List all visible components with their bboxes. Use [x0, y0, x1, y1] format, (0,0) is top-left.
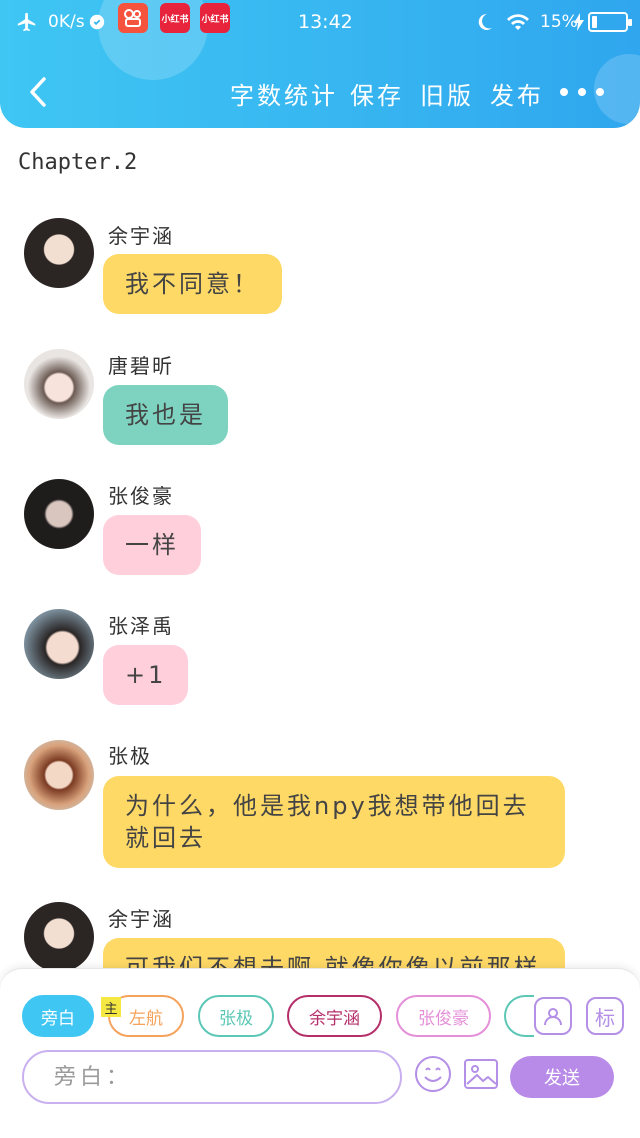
- publish-button[interactable]: 发布: [490, 76, 544, 111]
- battery-icon: [588, 10, 632, 34]
- smiley-icon: [415, 1056, 451, 1092]
- sender-name: 张极: [108, 744, 152, 768]
- role-chip-zhangjunhao[interactable]: 张俊豪: [396, 995, 491, 1037]
- xiaohongshu-app-icon: 小红书: [200, 3, 230, 33]
- avatar[interactable]: [24, 902, 94, 972]
- chevron-left-icon: [30, 77, 46, 107]
- avatar[interactable]: [24, 740, 94, 810]
- kuaishou-app-icon: [118, 3, 148, 33]
- status-bar: 0K/s 小红书 小红书 13:42 15%: [0, 0, 640, 44]
- battery-percent: 15%: [540, 12, 578, 32]
- image-button[interactable]: [461, 1054, 501, 1094]
- old-version-button[interactable]: 旧版: [420, 76, 474, 111]
- clock: 13:42: [298, 11, 353, 33]
- toolbar: 字数统计 保存 旧版 发布: [0, 60, 640, 124]
- save-button[interactable]: 保存: [350, 76, 404, 111]
- notification-icon: [88, 10, 106, 34]
- more-options-button[interactable]: [560, 78, 604, 106]
- add-role-button[interactable]: [534, 997, 572, 1035]
- avatar[interactable]: [24, 609, 94, 679]
- xiaohongshu-app-icon: 小红书: [160, 3, 190, 33]
- role-chip-narrator[interactable]: 旁白: [22, 995, 94, 1037]
- composer-panel: 旁白 左航 主 张极 余宇涵 张俊豪 标 发送: [0, 968, 640, 1138]
- word-count-button[interactable]: 字数统计: [230, 76, 338, 111]
- image-icon: [464, 1059, 498, 1089]
- moon-icon: [474, 10, 494, 34]
- message-bubble[interactable]: 我也是: [103, 385, 228, 445]
- tag-button[interactable]: 标: [586, 997, 624, 1035]
- message-bubble[interactable]: 为什么，他是我npy我想带他回去就回去: [103, 776, 565, 868]
- role-chip-zhangji[interactable]: 张极: [198, 995, 274, 1037]
- net-speed: 0K/s: [48, 12, 85, 32]
- sender-name: 张俊豪: [108, 484, 174, 508]
- back-button[interactable]: [18, 72, 58, 112]
- role-chip-yuyuhan[interactable]: 余宇涵: [287, 995, 382, 1037]
- main-character-badge: 主: [101, 997, 121, 1017]
- emoji-button[interactable]: [413, 1054, 453, 1094]
- avatar[interactable]: [24, 349, 94, 419]
- charging-icon: [574, 10, 584, 34]
- role-chip-overflow[interactable]: [504, 995, 534, 1037]
- chapter-title: Chapter.2: [18, 150, 138, 175]
- person-icon: [544, 1008, 562, 1026]
- wifi-icon: [506, 10, 530, 34]
- sender-name: 余宇涵: [108, 224, 174, 248]
- avatar[interactable]: [24, 479, 94, 549]
- avatar[interactable]: [24, 218, 94, 288]
- message-bubble[interactable]: +1: [103, 645, 189, 705]
- message-bubble[interactable]: 我不同意！: [103, 254, 282, 314]
- message-input[interactable]: [22, 1050, 402, 1104]
- airplane-icon: [16, 10, 38, 34]
- sender-name: 张泽禹: [108, 614, 174, 638]
- app-header: 0K/s 小红书 小红书 13:42 15% 字数统计 保存 旧版 发布: [0, 0, 640, 128]
- message-bubble[interactable]: 一样: [103, 515, 201, 575]
- send-button[interactable]: 发送: [510, 1056, 614, 1098]
- sender-name: 余宇涵: [108, 907, 174, 931]
- sender-name: 唐碧昕: [108, 354, 174, 378]
